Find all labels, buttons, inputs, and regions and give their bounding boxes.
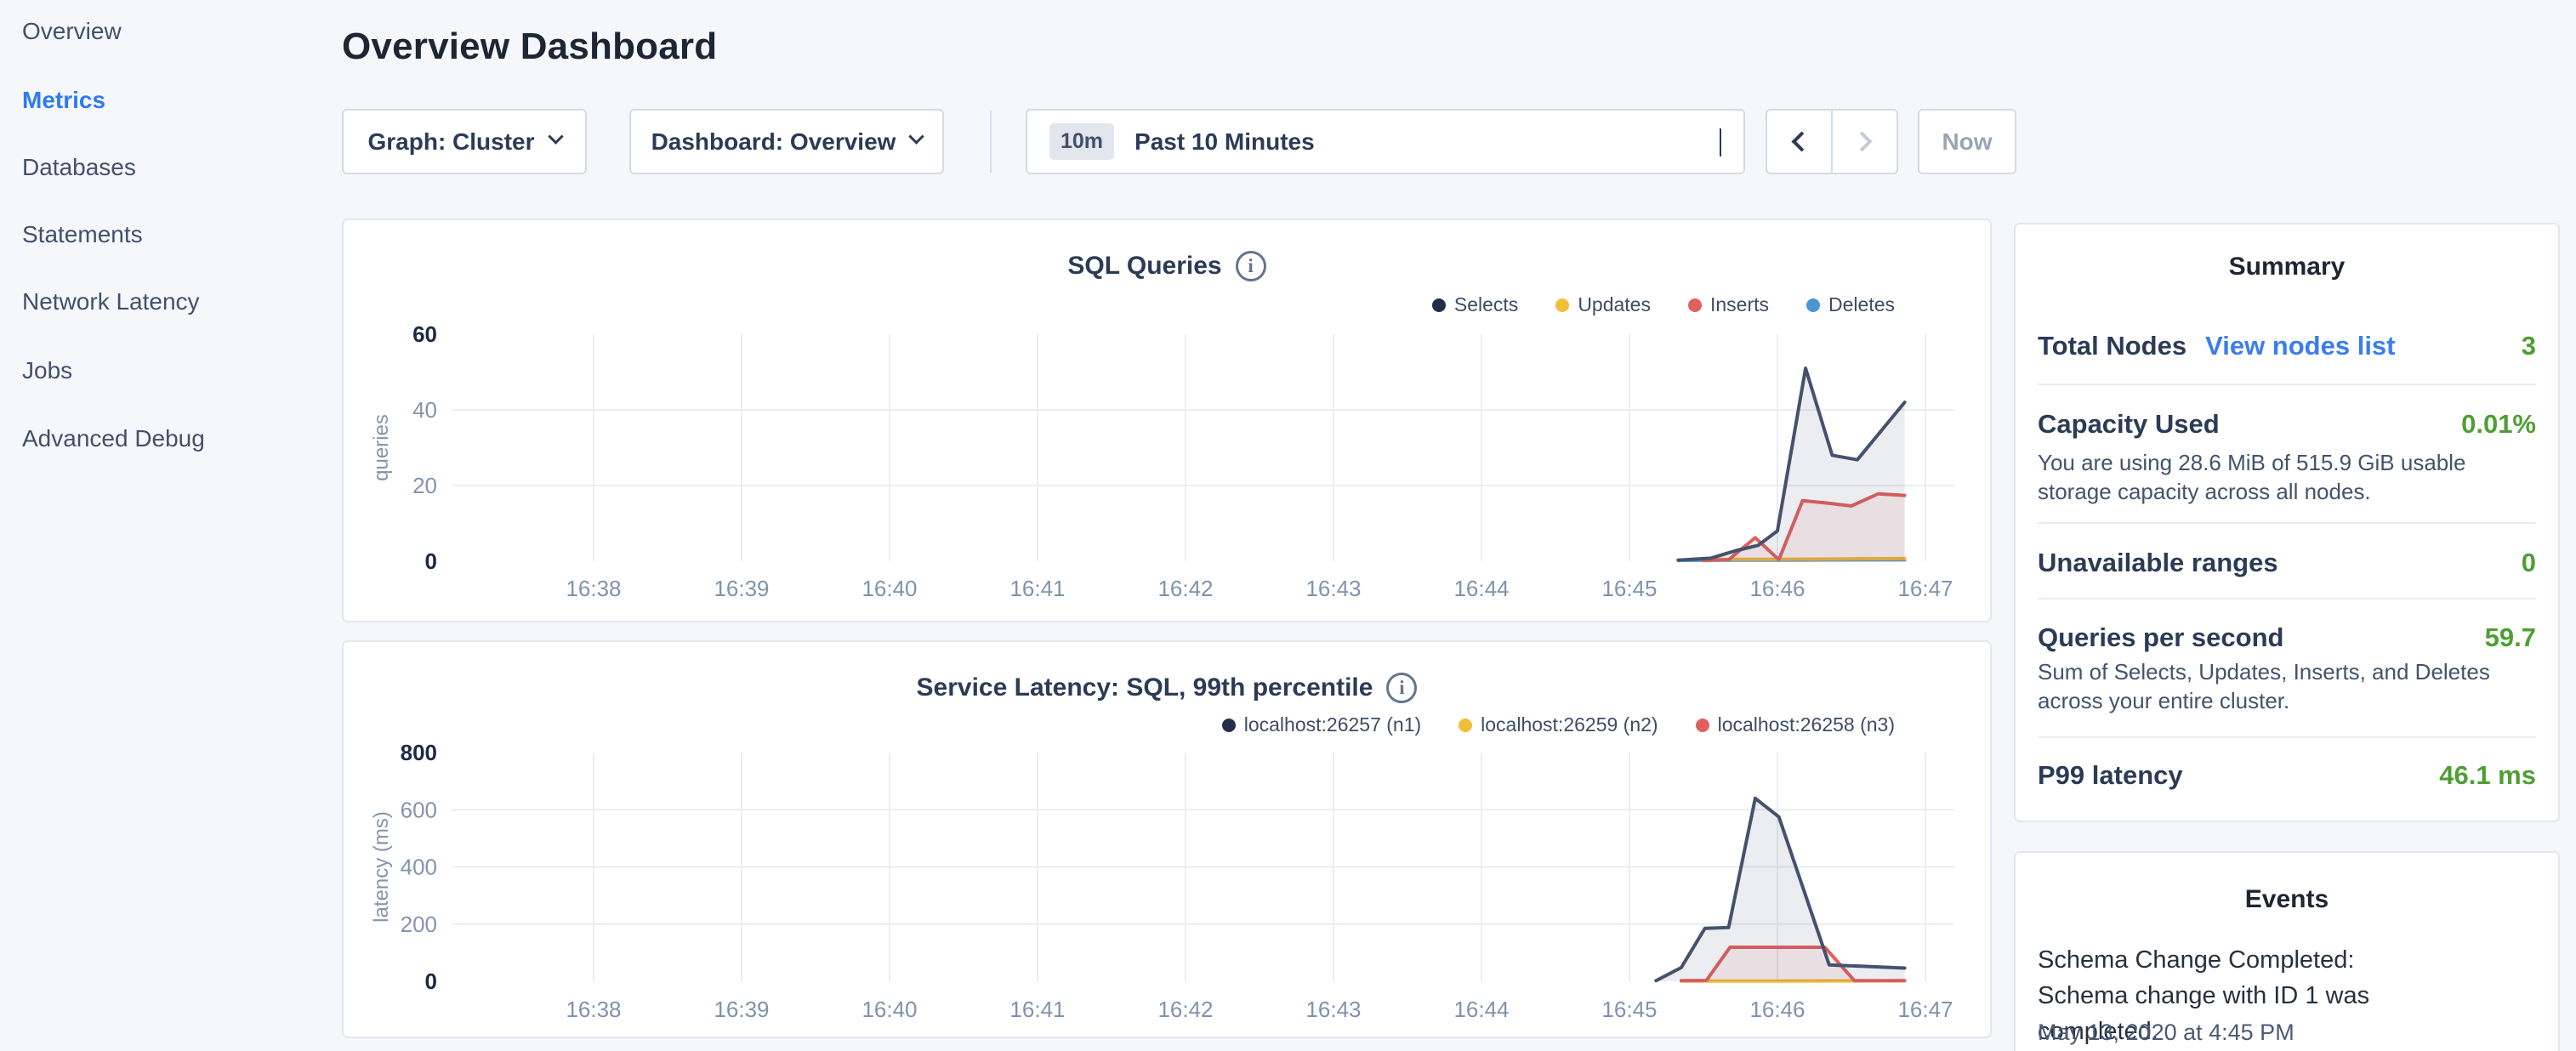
sidebar-item-statements[interactable]: Statements	[22, 218, 143, 252]
svg-text:16:43: 16:43	[1305, 997, 1361, 1022]
capacity-used-row: Capacity Used 0.01%	[2038, 403, 2536, 446]
events-title: Events	[2016, 885, 2558, 914]
svg-text:16:46: 16:46	[1749, 576, 1805, 601]
svg-text:16:38: 16:38	[566, 576, 621, 601]
svg-text:16:39: 16:39	[714, 997, 769, 1022]
sidebar-item-metrics[interactable]: Metrics	[22, 83, 105, 117]
queries-per-second-description: Sum of Selects, Updates, Inserts, and De…	[2038, 657, 2535, 715]
divider	[2038, 383, 2536, 385]
capacity-used-label: Capacity Used	[2038, 409, 2220, 440]
chevron-down-icon	[909, 128, 924, 144]
svg-text:16:41: 16:41	[1009, 576, 1065, 601]
event-item-timestamp: May 13, 2020 at 4:45 PM	[2038, 1020, 2295, 1046]
total-nodes-row: Total Nodes View nodes list 3	[2038, 325, 2536, 367]
svg-text:800: 800	[401, 740, 437, 765]
time-range-label: Past 10 Minutes	[1134, 128, 1315, 156]
sidebar-item-network-latency[interactable]: Network Latency	[22, 285, 200, 319]
time-range-badge: 10m	[1049, 123, 1114, 160]
svg-text:queries: queries	[370, 414, 393, 481]
capacity-used-description: You are using 28.6 MiB of 515.9 GiB usab…	[2038, 448, 2535, 506]
divider	[2038, 736, 2536, 738]
sql-queries-chart-card: SQL Queries i SelectsUpdatesInsertsDelet…	[342, 219, 1992, 622]
capacity-used-value: 0.01%	[2461, 409, 2536, 440]
sql-queries-chart: 16:38 16:39 16:40 16:41 16:42 16:43 16:44 16:45…	[344, 220, 1993, 628]
svg-text:0: 0	[425, 969, 437, 994]
svg-text:16:40: 16:40	[862, 997, 917, 1022]
service-latency-chart-card: Service Latency: SQL, 99th percentile i …	[342, 640, 1992, 1038]
next-range-button[interactable]	[1833, 111, 1896, 173]
svg-text:200: 200	[401, 912, 437, 937]
svg-text:400: 400	[401, 855, 437, 880]
svg-text:16:38: 16:38	[566, 997, 621, 1022]
controls-divider	[990, 111, 992, 173]
sidebar-item-advanced-debug[interactable]: Advanced Debug	[22, 422, 205, 456]
sidebar-item-databases[interactable]: Databases	[22, 151, 136, 185]
queries-per-second-label: Queries per second	[2038, 622, 2283, 653]
events-panel: Events Schema Change Completed: Schema c…	[2014, 851, 2560, 1051]
unavailable-ranges-value: 0	[2522, 548, 2536, 578]
page-title: Overview Dashboard	[342, 26, 717, 68]
svg-text:16:43: 16:43	[1305, 576, 1361, 601]
chevron-down-icon	[1720, 128, 1721, 156]
queries-per-second-row: Queries per second 59.7	[2038, 616, 2536, 659]
chevron-left-icon	[1791, 131, 1811, 151]
total-nodes-value: 3	[2522, 331, 2536, 361]
unavailable-ranges-row: Unavailable ranges 0	[2038, 542, 2536, 584]
svg-text:16:45: 16:45	[1601, 576, 1657, 601]
dashboard-dropdown[interactable]: Dashboard: Overview	[629, 109, 944, 174]
time-range-dropdown[interactable]: 10m Past 10 Minutes	[1026, 109, 1745, 174]
sidebar: Overview Metrics Databases Statements Ne…	[0, 0, 342, 1051]
chevron-down-icon	[548, 128, 563, 144]
graph-dropdown[interactable]: Graph: Cluster	[342, 109, 587, 174]
svg-text:600: 600	[401, 797, 437, 822]
dashboard-dropdown-label: Dashboard: Overview	[651, 128, 896, 156]
prev-range-button[interactable]	[1767, 111, 1831, 173]
svg-text:16:47: 16:47	[1897, 997, 1953, 1022]
svg-text:60: 60	[412, 321, 437, 347]
svg-text:16:41: 16:41	[1009, 997, 1065, 1022]
svg-text:16:42: 16:42	[1157, 576, 1213, 601]
svg-text:40: 40	[412, 397, 437, 423]
svg-text:0: 0	[425, 548, 437, 574]
p99-latency-label: P99 latency	[2038, 760, 2183, 791]
unavailable-ranges-label: Unavailable ranges	[2038, 548, 2278, 578]
view-nodes-list-link[interactable]: View nodes list	[2205, 331, 2395, 361]
total-nodes-label: Total Nodes	[2038, 331, 2186, 361]
p99-latency-row: P99 latency 46.1 ms	[2038, 754, 2536, 797]
svg-text:20: 20	[412, 473, 437, 498]
sidebar-item-overview[interactable]: Overview	[22, 14, 122, 48]
svg-text:latency (ms): latency (ms)	[370, 811, 393, 923]
graph-dropdown-label: Graph: Cluster	[367, 128, 534, 156]
divider	[2038, 598, 2536, 599]
svg-text:16:44: 16:44	[1453, 576, 1509, 601]
svg-text:16:46: 16:46	[1749, 997, 1805, 1022]
service-latency-chart: 16:38 16:39 16:40 16:41 16:42 16:43 16:44 16:45…	[344, 642, 1993, 1044]
svg-text:16:42: 16:42	[1157, 997, 1213, 1022]
summary-panel: Summary Total Nodes View nodes list 3 Ca…	[2014, 223, 2560, 822]
svg-text:16:47: 16:47	[1897, 576, 1953, 601]
sidebar-item-jobs[interactable]: Jobs	[22, 354, 72, 388]
divider	[2038, 522, 2536, 524]
p99-latency-value: 46.1 ms	[2439, 760, 2536, 791]
queries-per-second-value: 59.7	[2485, 622, 2536, 653]
now-button[interactable]: Now	[1918, 109, 2016, 174]
svg-text:16:44: 16:44	[1453, 997, 1509, 1022]
svg-text:16:40: 16:40	[862, 576, 917, 601]
time-pager	[1766, 109, 1898, 174]
chevron-right-icon	[1851, 131, 1872, 151]
svg-text:16:45: 16:45	[1601, 997, 1657, 1022]
summary-title: Summary	[2016, 253, 2558, 281]
svg-text:16:39: 16:39	[714, 576, 769, 601]
